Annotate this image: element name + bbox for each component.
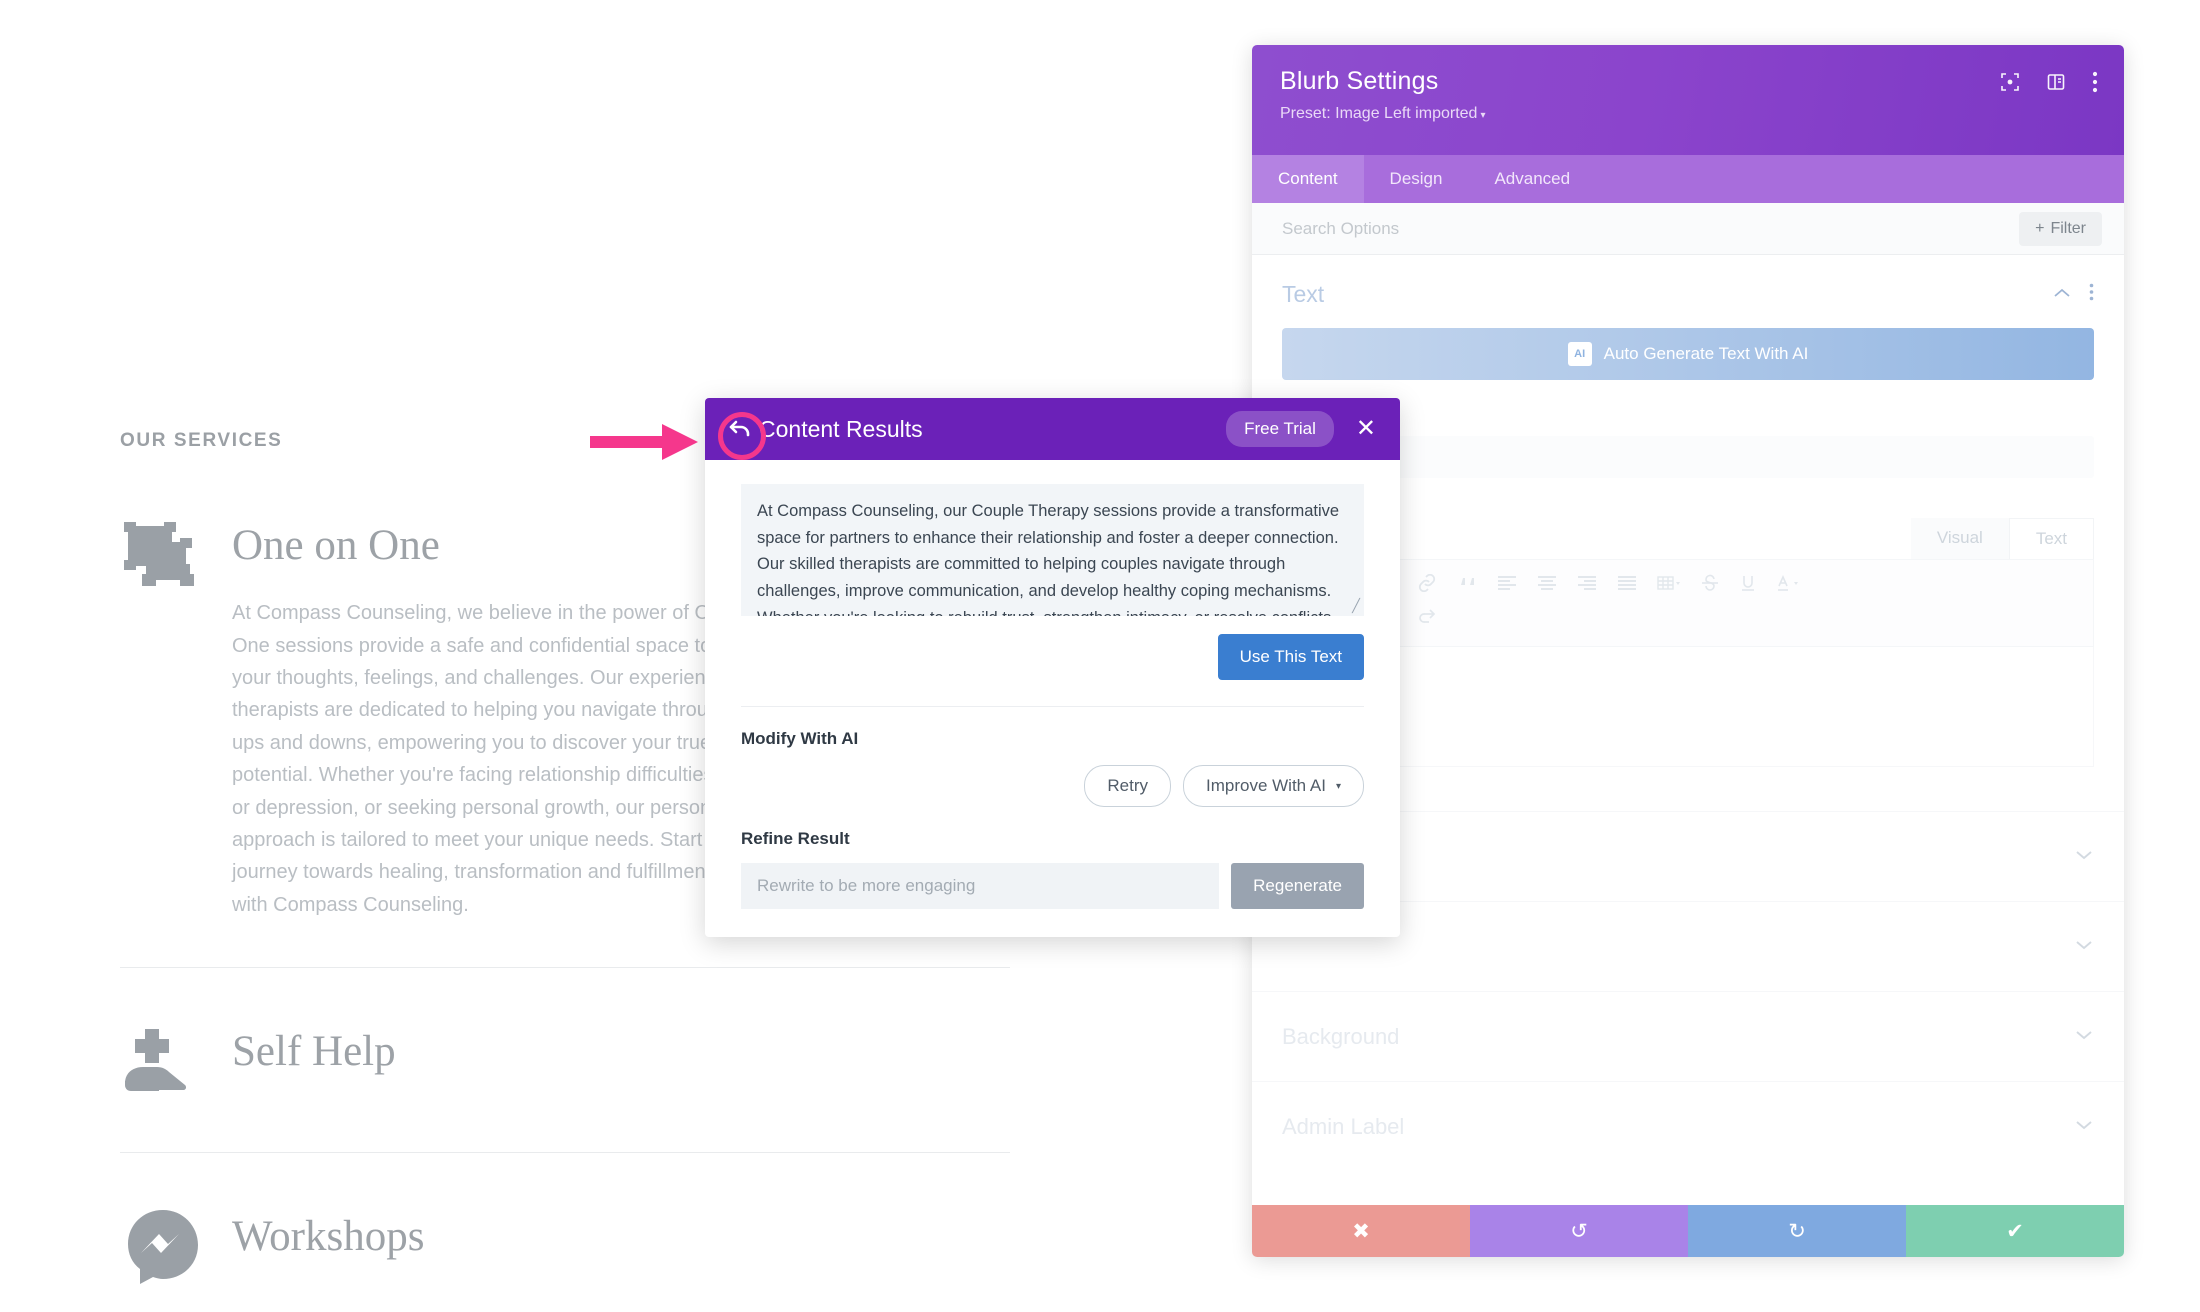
close-icon[interactable]: ✕ [1350, 413, 1382, 445]
text-section-header[interactable]: Text [1252, 255, 2124, 324]
redo-button[interactable]: ↻ [1688, 1205, 1906, 1257]
align-right-icon[interactable] [1577, 574, 1597, 592]
blurb-title: Workshops [232, 1213, 425, 1261]
refine-result-label: Refine Result [741, 829, 850, 848]
body-field-input[interactable] [1282, 436, 2094, 478]
settings-panel-footer: ✖ ↺ ↻ ✔ [1252, 1205, 2124, 1257]
panel-title: Blurb Settings [1280, 67, 1439, 95]
tab-content[interactable]: Content [1252, 155, 1364, 203]
refine-input[interactable] [741, 863, 1220, 909]
result-textarea[interactable]: At Compass Counseling, our Couple Therap… [741, 484, 1364, 616]
chevron-up-icon[interactable] [2053, 286, 2071, 304]
modal-body: At Compass Counseling, our Couple Therap… [705, 460, 1400, 937]
editor-canvas[interactable] [1282, 647, 2094, 767]
filter-button[interactable]: + Filter [2019, 211, 2102, 246]
editor-tab-text[interactable]: Text [2008, 518, 2094, 559]
free-trial-badge[interactable]: Free Trial [1226, 411, 1334, 447]
chevron-down-icon: ▾ [1480, 110, 1486, 121]
collapsed-section-background[interactable]: Background [1252, 991, 2124, 1081]
use-this-text-button[interactable]: Use This Text [1217, 634, 1364, 680]
blurb-workshops[interactable]: Workshops [120, 1152, 1010, 1312]
undo-button[interactable]: ↺ [1470, 1205, 1688, 1257]
text-color-icon[interactable] [1777, 574, 1801, 592]
chevron-down-icon[interactable] [2074, 1028, 2094, 1046]
settings-tabs: Content Design Advanced [1252, 155, 2124, 203]
retry-label: Retry [1107, 776, 1148, 795]
blockquote-icon[interactable] [1457, 574, 1477, 592]
improve-with-ai-button[interactable]: Improve With AI ▾ [1182, 765, 1364, 807]
screen-root: OUR SERVICES One on One At Compass Couns… [0, 0, 2200, 1312]
modal-title: Content Results [759, 415, 923, 442]
chevron-down-icon[interactable] [2074, 938, 2094, 956]
strikethrough-icon[interactable] [1701, 574, 1719, 592]
resize-grip-icon[interactable]: ╱ [1352, 598, 1360, 614]
search-options-input[interactable] [1282, 218, 2020, 239]
focus-icon[interactable] [2000, 72, 2020, 92]
preset-selector[interactable]: Preset: Image Left imported ▾ [1280, 105, 2096, 123]
blurb-self-help[interactable]: Self Help [120, 967, 1010, 1152]
retry-button[interactable]: Retry [1084, 765, 1171, 807]
modal-header: Content Results Free Trial ✕ [705, 398, 1400, 460]
chevron-down-icon: ▾ [1335, 780, 1341, 792]
messenger-icon [120, 1205, 206, 1291]
plus-icon: + [2035, 219, 2045, 237]
underline-icon[interactable] [1739, 574, 1757, 592]
align-center-icon[interactable] [1537, 574, 1557, 592]
search-options-bar: + Filter [1252, 203, 2124, 255]
cancel-button[interactable]: ✖ [1252, 1205, 1470, 1257]
chevron-down-icon[interactable] [2074, 1118, 2094, 1136]
link-icon[interactable] [1417, 574, 1437, 592]
more-vertical-icon[interactable] [2092, 71, 2098, 93]
back-arrow-icon[interactable] [727, 416, 753, 442]
hand-plus-icon [120, 1020, 206, 1106]
collapsed-section-label: Admin Label [1282, 1113, 1405, 1139]
settings-panel-header: Blurb Settings Preset: Image Left import… [1252, 45, 2124, 155]
chevron-down-icon[interactable] [2074, 848, 2094, 866]
save-button[interactable]: ✔ [1906, 1205, 2124, 1257]
tab-design[interactable]: Design [1364, 155, 1469, 203]
auto-generate-label: Auto Generate Text With AI [1603, 344, 1809, 363]
content-results-modal: Content Results Free Trial ✕ At Compass … [705, 398, 1400, 937]
auto-generate-text-with-ai-button[interactable]: AI Auto Generate Text With AI [1282, 328, 2094, 380]
rich-text-editor: Visual Text [1282, 518, 2094, 767]
people-icon [120, 514, 206, 600]
align-justify-icon[interactable] [1617, 574, 1637, 592]
collapsed-section-label: Background [1282, 1023, 1400, 1049]
redo-icon[interactable] [1417, 606, 1437, 624]
modify-with-ai-label: Modify With AI [741, 729, 859, 748]
layout-panel-icon[interactable] [2046, 72, 2066, 92]
align-left-icon[interactable] [1497, 574, 1517, 592]
table-icon[interactable] [1657, 574, 1681, 592]
section-title: Text [1282, 281, 1325, 307]
modal-divider [741, 706, 1364, 707]
editor-toolbar [1282, 559, 2094, 647]
ai-badge-icon: AI [1567, 342, 1592, 366]
more-vertical-icon[interactable] [2089, 283, 2094, 306]
tab-advanced[interactable]: Advanced [1468, 155, 1596, 203]
regenerate-button[interactable]: Regenerate [1231, 863, 1364, 909]
filter-label: Filter [2050, 219, 2086, 237]
preset-label: Preset: Image Left imported [1280, 105, 1478, 122]
collapsed-section-admin-label[interactable]: Admin Label [1252, 1081, 2124, 1171]
improve-label: Improve With AI [1205, 776, 1326, 795]
blurb-title: Self Help [232, 1028, 396, 1076]
help-link[interactable]: ? Help [1252, 1171, 2124, 1205]
editor-tab-visual[interactable]: Visual [1910, 518, 2009, 559]
